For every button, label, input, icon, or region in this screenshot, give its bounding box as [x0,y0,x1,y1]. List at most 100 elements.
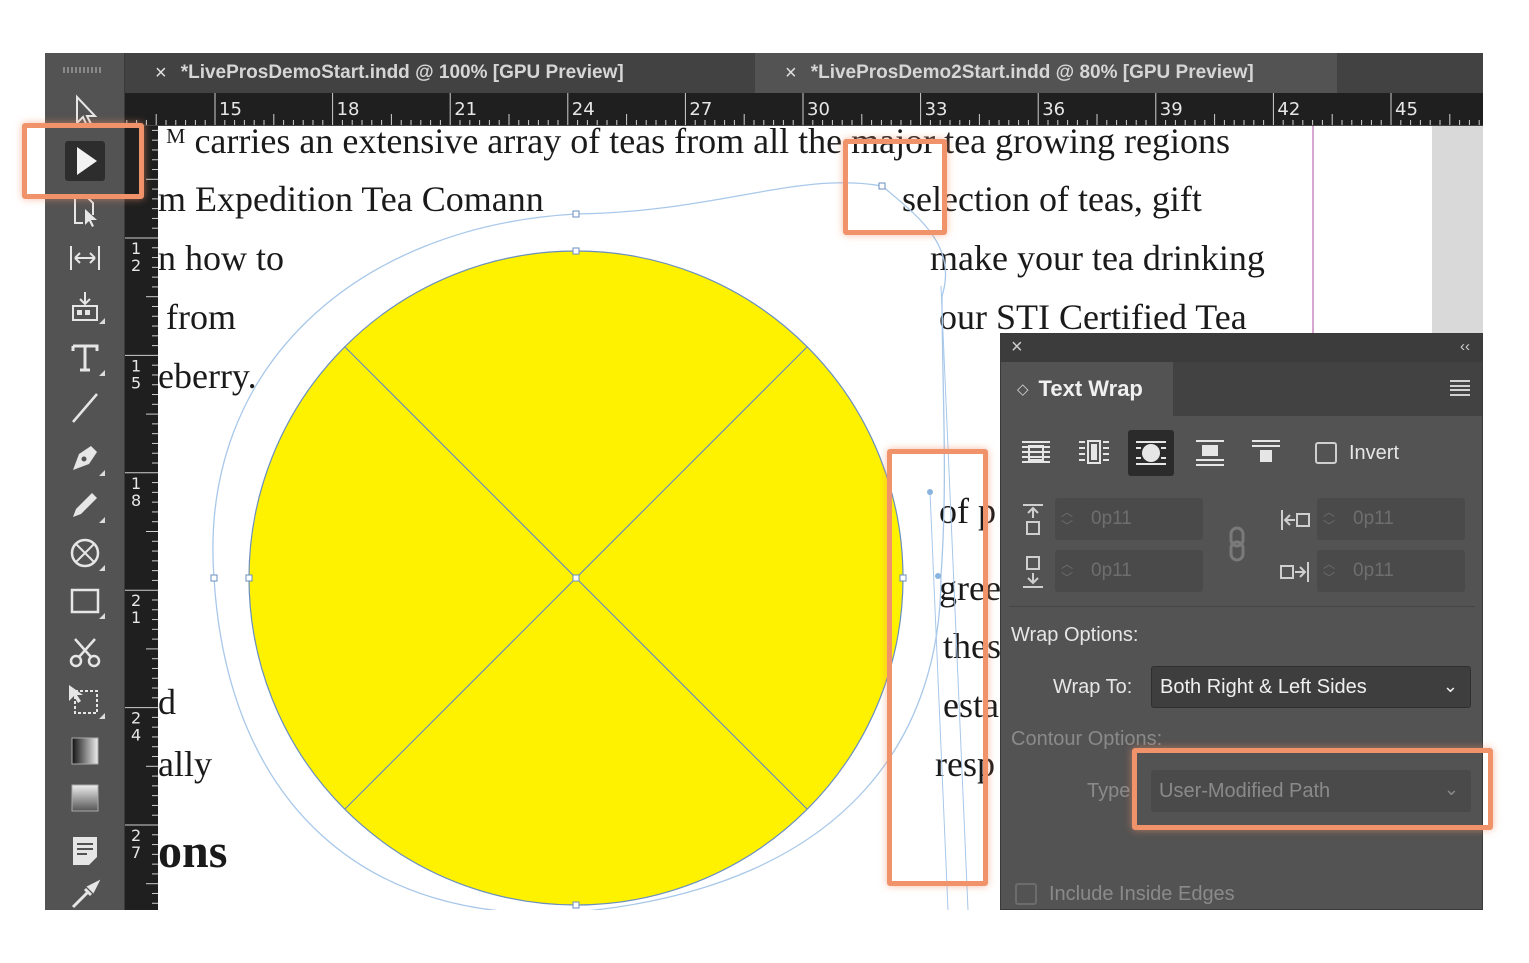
direction-handle[interactable] [935,573,941,579]
tab-label: *LiveProsDemoStart.indd @ 100% [GPU Prev… [180,62,624,83]
ruler-label: 33 [925,99,948,120]
eyedropper-tool[interactable] [65,875,105,910]
more-tools-indicator [99,370,105,376]
stepper-arrows[interactable]: ︿ ﹀ [1317,505,1341,533]
invert-checkbox[interactable] [1315,442,1337,464]
jump-object-icon [1196,440,1224,466]
contour-type-value: User-Modified Path [1159,779,1331,802]
ruler-label: 21 [454,99,477,120]
more-tools-indicator [99,318,105,324]
tab-livepros-demo2-start[interactable]: × *LiveProsDemo2Start.indd @ 80% [GPU Pr… [755,53,1337,93]
link-chain-icon[interactable] [1223,524,1251,564]
more-tools-indicator [99,565,105,571]
panel-tab-row: ◇ Text Wrap [1001,362,1482,416]
panel-header: × ‹‹ [1001,334,1482,362]
page-tool-icon [74,196,97,227]
gradient-icon [71,737,99,765]
panel-divider [1009,606,1475,607]
scissors-tool[interactable] [65,633,105,673]
close-panel-icon[interactable]: × [1011,336,1023,359]
pen-tool[interactable] [65,438,105,478]
include-inside-edges-label: Include Inside Edges [1049,883,1235,905]
left-offset-input[interactable]: ︿ ﹀ 0p11 [1317,498,1465,540]
pencil-icon [73,493,97,517]
ruler-label: 45 [1395,99,1418,120]
stepper-arrows[interactable]: ︿ ﹀ [1055,557,1079,585]
wrap-to-value: Both Right & Left Sides [1160,675,1367,698]
direction-handle[interactable] [927,489,933,495]
ruler-label: 5 [131,373,141,392]
right-offset-value: 0p11 [1353,560,1394,581]
left-offset-icon [1281,510,1310,530]
direct-selection-tool[interactable] [65,141,105,181]
rectangle-icon [70,588,100,614]
page-tool[interactable] [65,191,105,231]
bottom-offset-value: 0p11 [1091,560,1132,581]
pencil-tool[interactable] [65,485,105,525]
line-tool[interactable] [65,388,105,428]
close-tab-icon[interactable]: × [155,62,167,85]
contour-options-label: Contour Options: [1011,728,1163,750]
wrap-bbox-icon [1079,440,1109,464]
ruler-label: 36 [1042,99,1065,120]
chevron-down-icon: ⌄ [1442,676,1458,696]
scissors-icon [69,638,101,668]
panel-menu-icon[interactable] [1450,380,1470,396]
type-label: Type: [1087,780,1136,802]
ruler-label: 2 [131,256,141,275]
type-icon [71,344,99,372]
document-tab-bar: × *LiveProsDemoStart.indd @ 100% [GPU Pr… [125,53,1483,93]
collapse-panel-icon[interactable]: ‹‹ [1460,338,1470,355]
invert-label: Invert [1349,442,1400,464]
wrap-contour-handle[interactable] [929,491,949,910]
stepper-arrows[interactable]: ︿ ﹀ [1055,505,1079,533]
tab-text-wrap[interactable]: ◇ Text Wrap [1001,362,1173,416]
gradient-feather-icon [71,784,99,812]
ruler-label: 4 [131,726,141,745]
content-collector-tool[interactable] [65,286,105,326]
gradient-swatch-tool[interactable] [65,731,105,771]
stepper-arrows[interactable]: ︿ ﹀ [1317,557,1341,585]
pen-icon [73,446,97,470]
top-offset-icon [1023,504,1043,535]
note-tool[interactable] [65,831,105,871]
wrap-to-dropdown[interactable]: Both Right & Left Sides ⌄ [1151,666,1471,708]
tab-livepros-demo-start[interactable]: × *LiveProsDemoStart.indd @ 100% [GPU Pr… [125,53,749,93]
close-tab-icon[interactable]: × [785,62,797,85]
text-wrap-panel: × ‹‹ ◇ Text Wrap Invert ︿ ﹀ 0p11 ︿ ﹀ 0p1… [1000,333,1483,910]
tab-label: *LiveProsDemo2Start.indd @ 80% [GPU Prev… [810,62,1254,83]
tools-panel [45,53,125,910]
contour-type-dropdown[interactable]: User-Modified Path ⌄ [1151,770,1471,812]
bottom-offset-input[interactable]: ︿ ﹀ 0p11 [1055,550,1203,592]
hollow-arrow-icon [76,94,98,128]
wrap-shape-icon [1136,441,1166,465]
type-tool[interactable] [65,338,105,378]
selection-tool[interactable] [65,91,105,131]
more-tools-indicator [99,470,105,476]
wrap-object-shape-button[interactable] [1128,430,1174,476]
no-text-wrap-button[interactable] [1013,430,1059,476]
horizontal-ruler[interactable]: 15 18 21 24 27 30 33 36 39 42 45 [125,93,1483,126]
vertical-ruler[interactable]: 121518212427 [125,126,158,910]
solid-arrow-icon [77,147,97,175]
wrap-contour-handle[interactable] [940,285,969,910]
gap-tool-icon [70,246,100,270]
jump-to-next-column-button[interactable] [1243,430,1289,476]
gradient-feather-tool[interactable] [65,778,105,818]
wrap-bounding-box-button[interactable] [1071,430,1117,476]
ruler-label: 1 [131,608,141,627]
right-offset-input[interactable]: ︿ ﹀ 0p11 [1317,550,1465,592]
rectangle-tool[interactable] [65,581,105,621]
jump-object-button[interactable] [1187,430,1233,476]
eyedropper-icon [71,879,101,909]
top-offset-input[interactable]: ︿ ﹀ 0p11 [1055,498,1203,540]
right-offset-icon [1280,562,1309,582]
toolbar-grip[interactable] [63,67,101,73]
gap-tool[interactable] [65,238,105,278]
no-wrap-icon [1022,441,1050,463]
include-inside-edges-checkbox[interactable] [1015,883,1037,905]
frame-tool[interactable] [65,533,105,573]
free-transform-tool[interactable] [65,681,105,721]
bottom-offset-icon [1023,556,1043,588]
updown-chevron-icon: ◇ [1017,381,1029,398]
